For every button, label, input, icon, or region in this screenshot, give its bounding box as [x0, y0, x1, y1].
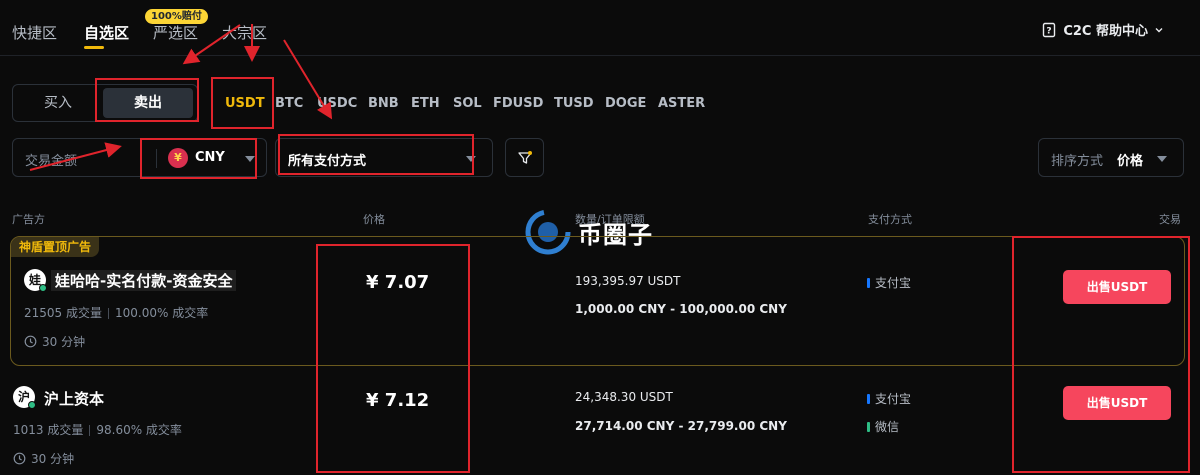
arrow-to-sell [182, 24, 241, 65]
arrow-to-currency [29, 142, 122, 171]
annotation-arrows [29, 24, 333, 171]
arrow-to-payment [283, 39, 333, 120]
